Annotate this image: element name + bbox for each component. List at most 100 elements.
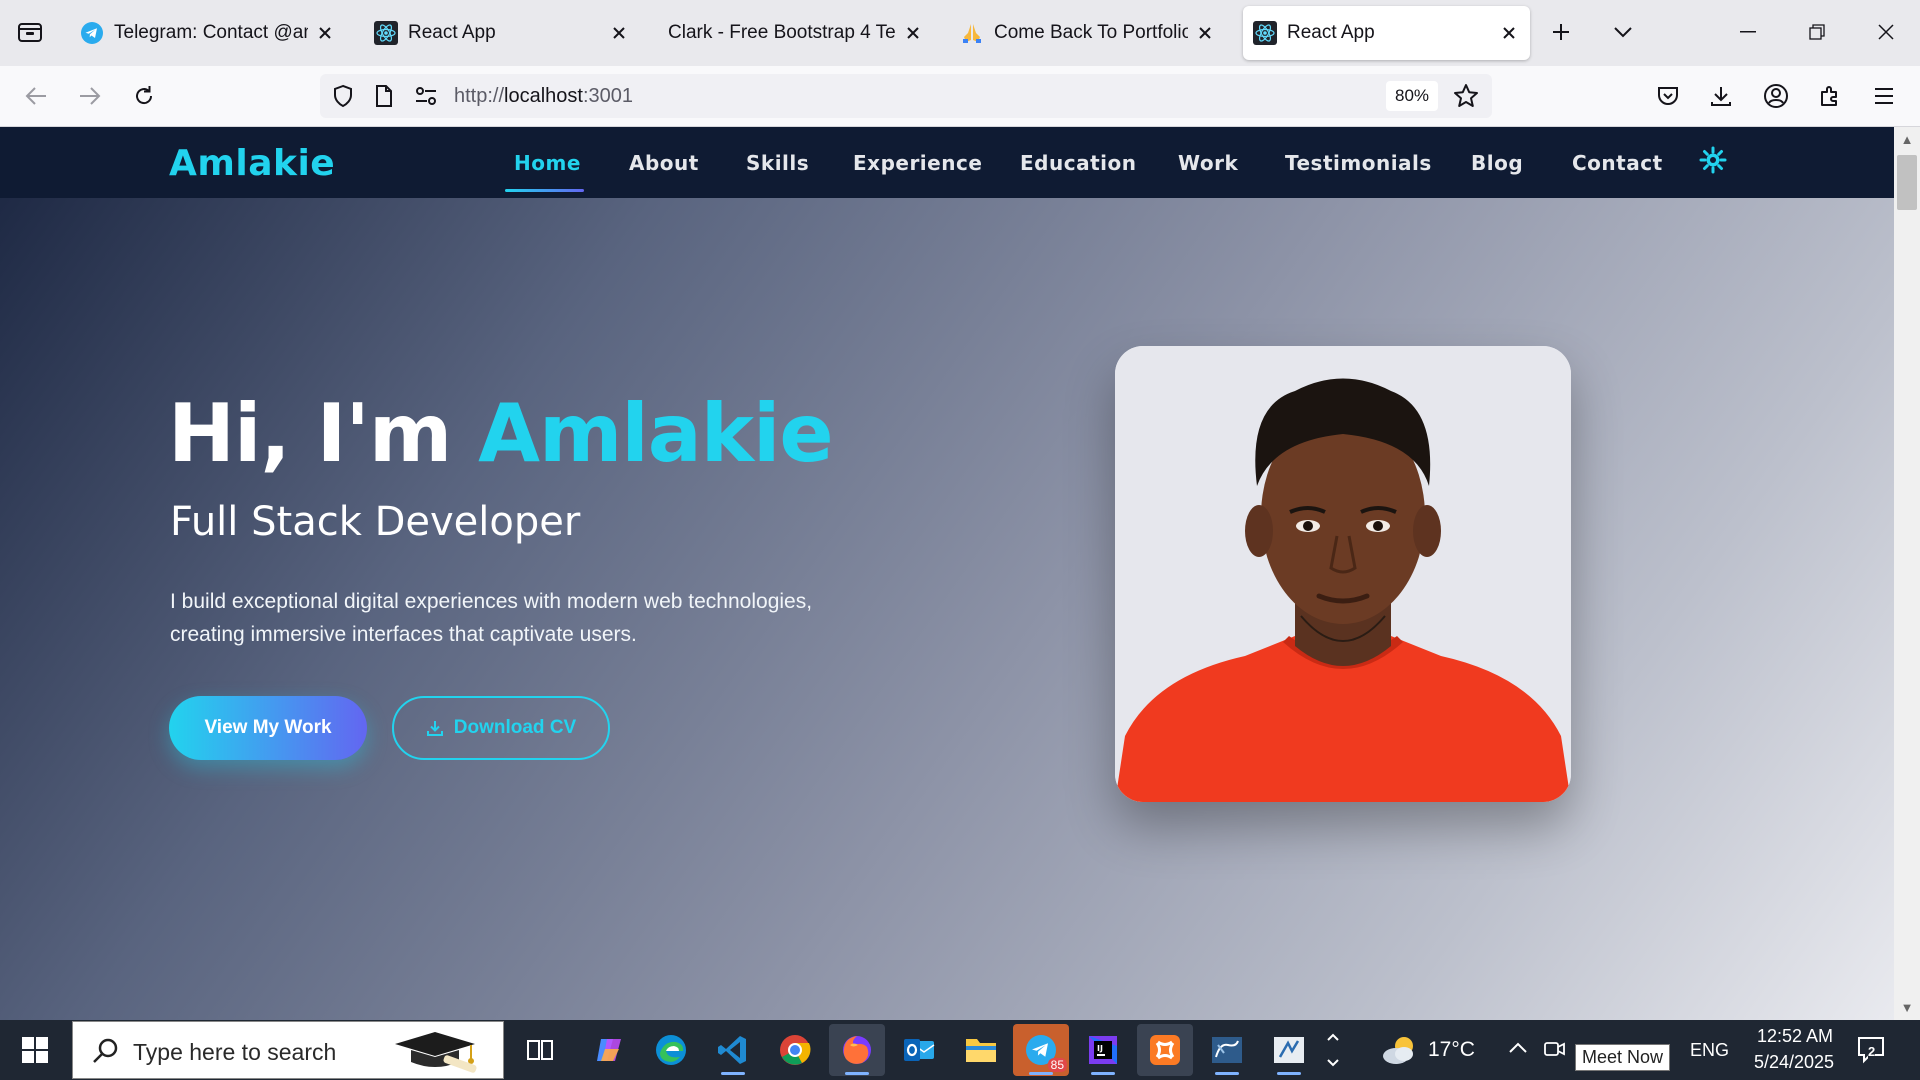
nav-education[interactable]: Education	[1020, 151, 1136, 175]
close-tab-icon[interactable]	[902, 22, 924, 44]
site-logo[interactable]: Amlakie	[169, 143, 335, 184]
nav-testimonials[interactable]: Testimonials	[1285, 151, 1432, 175]
input-language[interactable]: ENG	[1690, 1040, 1729, 1061]
navigation-toolbar: http://localhost:3001 80%	[0, 66, 1920, 127]
hero-name: Amlakie	[478, 387, 834, 480]
window-close-icon[interactable]	[1864, 10, 1908, 54]
scroll-down-icon[interactable]: ▼	[1897, 998, 1917, 1018]
show-hidden-icons-chevron[interactable]	[1508, 1040, 1528, 1059]
nav-experience[interactable]: Experience	[853, 151, 982, 175]
nav-skills[interactable]: Skills	[746, 151, 809, 175]
mysql-workbench-icon[interactable]	[1199, 1024, 1255, 1076]
svg-text:IJ: IJ	[1097, 1044, 1103, 1053]
zoom-level-badge[interactable]: 80%	[1386, 81, 1438, 111]
download-cv-label: Download CV	[453, 717, 577, 738]
graduation-cap-icon	[391, 1028, 481, 1079]
close-tab-icon[interactable]	[1498, 22, 1520, 44]
nav-blog[interactable]: Blog	[1471, 151, 1523, 175]
firefox-view-icon[interactable]	[12, 14, 48, 50]
minimize-icon[interactable]	[1726, 10, 1770, 54]
url-prefix: http://	[454, 85, 505, 107]
site-navbar: Amlakie Home About Skills Experience Edu…	[0, 127, 1894, 198]
copilot-icon[interactable]	[582, 1024, 638, 1076]
notifications-icon[interactable]: 2	[1856, 1034, 1886, 1069]
view-my-work-button[interactable]: View My Work	[169, 696, 367, 760]
url-port: :3001	[582, 85, 634, 107]
tab-react-app-active[interactable]: React App	[1243, 6, 1530, 60]
menu-hamburger-icon[interactable]	[1866, 78, 1902, 114]
weather-cloudy-sun-icon[interactable]	[1380, 1032, 1420, 1073]
outlook-icon[interactable]	[891, 1024, 947, 1076]
telegram-unread-badge: 85	[1047, 1058, 1067, 1072]
restore-icon[interactable]	[1795, 10, 1839, 54]
hero-greeting: Hi, I'm	[168, 387, 479, 480]
forward-icon[interactable]	[72, 78, 108, 114]
close-tab-icon[interactable]	[314, 22, 336, 44]
clock-time[interactable]: 12:52 AM	[1750, 1026, 1840, 1047]
file-explorer-icon[interactable]	[953, 1024, 1009, 1076]
close-tab-icon[interactable]	[608, 22, 630, 44]
address-bar[interactable]: http://localhost:3001 80%	[320, 74, 1492, 118]
nav-home[interactable]: Home	[514, 151, 581, 175]
intellij-icon[interactable]: IJ	[1075, 1024, 1131, 1076]
hero-subtitle: Full Stack Developer	[170, 499, 581, 545]
reload-icon[interactable]	[126, 78, 162, 114]
taskbar-scroll-arrows[interactable]	[1322, 1026, 1344, 1074]
new-tab-icon[interactable]	[1543, 14, 1579, 50]
clock-date[interactable]: 5/24/2025	[1744, 1052, 1844, 1073]
tab-title: React App	[1287, 22, 1375, 43]
tab-title: Clark - Free Bootstrap 4 Template	[668, 22, 896, 43]
profile-photo	[1115, 346, 1571, 802]
scroll-up-icon[interactable]: ▲	[1897, 130, 1917, 150]
xampp-icon[interactable]	[1137, 1024, 1193, 1076]
nav-contact[interactable]: Contact	[1572, 151, 1663, 175]
tab-come-back-portfolio[interactable]: Come Back To Portfolio	[950, 6, 1226, 60]
telegram-icon	[80, 21, 104, 45]
tab-clark-template[interactable]: Clark - Free Bootstrap 4 Template	[658, 6, 934, 60]
url-text[interactable]: http://localhost:3001	[454, 85, 633, 108]
browser-tab-strip: Telegram: Contact @amlakie React App Cla…	[0, 0, 1920, 66]
sql-server-icon[interactable]	[1261, 1024, 1317, 1076]
download-icon	[426, 721, 443, 736]
scrollbar-thumb[interactable]	[1897, 155, 1917, 210]
weather-temperature[interactable]: 17°C	[1428, 1038, 1475, 1062]
meet-now-icon[interactable]	[1544, 1038, 1566, 1065]
windows-start-icon[interactable]	[0, 1020, 70, 1080]
edge-icon[interactable]	[643, 1024, 699, 1076]
vscode-icon[interactable]	[705, 1024, 761, 1076]
tracking-protection-shield-icon[interactable]	[332, 84, 354, 113]
react-icon	[374, 21, 398, 45]
praying-hands-icon	[960, 21, 984, 45]
taskbar-search-box[interactable]: Type here to search	[72, 1021, 504, 1079]
download-cv-button[interactable]: Download CV	[392, 696, 610, 760]
active-nav-underline	[505, 189, 584, 192]
task-view-icon[interactable]	[512, 1024, 568, 1076]
page-scrollbar[interactable]	[1894, 127, 1920, 1020]
nav-work[interactable]: Work	[1178, 151, 1238, 175]
telegram-taskbar-icon[interactable]: 85	[1013, 1024, 1069, 1076]
tab-telegram[interactable]: Telegram: Contact @amlakie	[70, 6, 346, 60]
close-tab-icon[interactable]	[1194, 22, 1216, 44]
page-info-icon[interactable]	[374, 84, 394, 113]
theme-toggle-sun-icon[interactable]	[1698, 145, 1728, 175]
bookmark-star-icon[interactable]	[1453, 83, 1479, 114]
pocket-icon[interactable]	[1650, 78, 1686, 114]
tab-title: React App	[408, 22, 496, 43]
search-icon	[91, 1037, 119, 1070]
extensions-icon[interactable]	[1812, 78, 1848, 114]
firefox-icon[interactable]	[829, 1024, 885, 1076]
hero-description: I build exceptional digital experiences …	[170, 590, 813, 646]
react-icon	[1253, 21, 1277, 45]
permissions-icon[interactable]	[414, 85, 438, 112]
back-icon[interactable]	[18, 78, 54, 114]
url-host: localhost	[504, 85, 583, 107]
downloads-icon[interactable]	[1703, 78, 1739, 114]
account-icon[interactable]	[1758, 78, 1794, 114]
list-all-tabs-chevron-icon[interactable]	[1605, 14, 1641, 50]
nav-about[interactable]: About	[629, 151, 699, 175]
chrome-icon[interactable]	[767, 1024, 823, 1076]
hero-heading: Hi, I'm Amlakie	[168, 387, 834, 480]
tab-react-app-1[interactable]: React App	[364, 6, 640, 60]
page-viewport: Amlakie Home About Skills Experience Edu…	[0, 127, 1894, 1020]
notification-count: 2	[1868, 1044, 1876, 1059]
